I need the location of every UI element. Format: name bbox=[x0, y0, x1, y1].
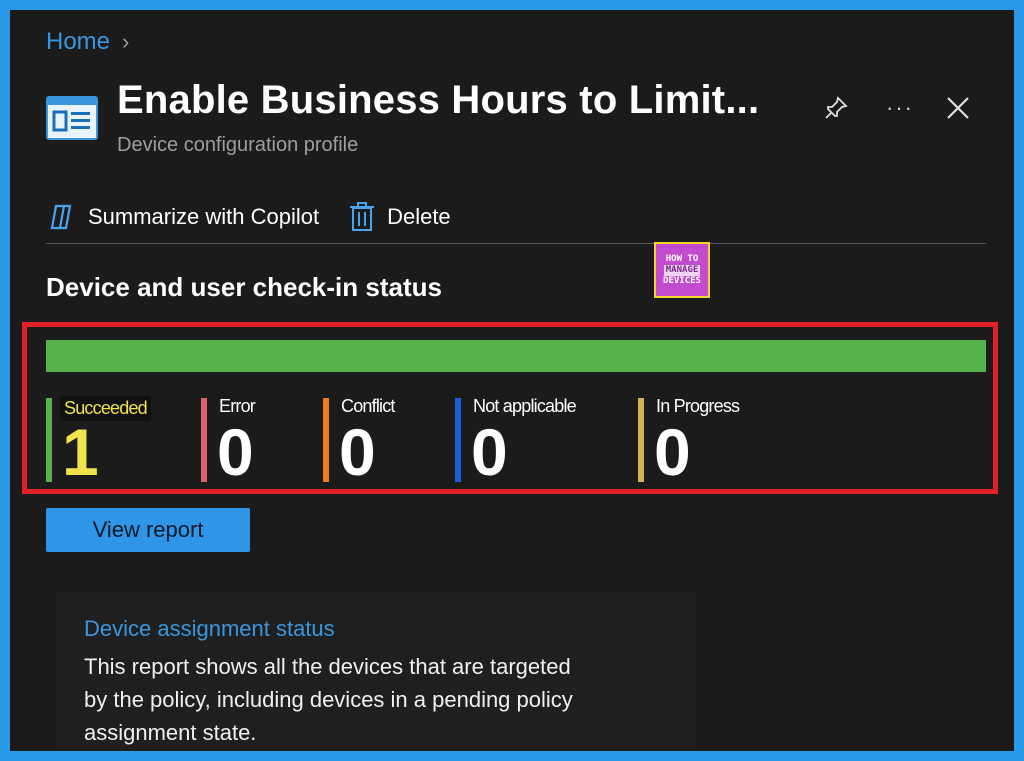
more-options-button[interactable]: ··· bbox=[882, 90, 918, 126]
summarize-with-copilot-button[interactable]: Summarize with Copilot bbox=[46, 202, 319, 232]
logo-line-3: DEVICES bbox=[663, 275, 701, 286]
stat-value: 0 bbox=[471, 415, 508, 489]
device-assignment-status-link[interactable]: Device assignment status bbox=[84, 616, 335, 642]
card-description: This report shows all the devices that a… bbox=[84, 654, 573, 745]
stat-value: 0 bbox=[217, 415, 254, 489]
delete-label: Delete bbox=[387, 203, 451, 229]
stat-color-edge bbox=[201, 398, 207, 482]
trash-icon bbox=[350, 201, 375, 231]
stat-label: Not applicable bbox=[473, 396, 577, 416]
page-title: Enable Business Hours to Limit... bbox=[117, 78, 760, 122]
status-progress-bar bbox=[46, 340, 986, 372]
stat-color-edge bbox=[323, 398, 329, 482]
stat-label: Conflict bbox=[341, 396, 395, 416]
blade-panel: Home › Enable Business Hours to Limit...… bbox=[10, 10, 1014, 751]
view-report-button[interactable]: View report bbox=[46, 508, 250, 552]
section-title: Device and user check-in status bbox=[46, 272, 442, 302]
stat-value: 0 bbox=[654, 415, 691, 489]
summarize-label: Summarize with Copilot bbox=[88, 203, 320, 229]
breadcrumb-home-link[interactable]: Home bbox=[46, 28, 110, 56]
device-assignment-card: Device assignment status This report sho… bbox=[56, 592, 696, 751]
close-button[interactable] bbox=[940, 90, 976, 126]
command-bar: Summarize with Copilot Delete bbox=[46, 190, 986, 244]
stat-color-edge bbox=[46, 398, 52, 482]
stat-label: Error bbox=[219, 396, 256, 416]
logo-line-1: HOW TO bbox=[665, 253, 699, 264]
stat-color-edge bbox=[455, 398, 461, 482]
close-icon bbox=[947, 97, 969, 119]
watermark-logo: HOW TO MANAGE DEVICES bbox=[654, 242, 710, 298]
stat-label: In Progress bbox=[656, 396, 740, 416]
delete-button[interactable]: Delete bbox=[349, 201, 451, 232]
stat-value: 1 bbox=[62, 415, 99, 489]
logo-line-2: MANAGE bbox=[663, 264, 701, 276]
stat-value: 0 bbox=[339, 415, 376, 489]
pin-icon bbox=[825, 96, 848, 119]
device-configuration-icon bbox=[46, 96, 98, 140]
page-subtitle: Device configuration profile bbox=[117, 134, 359, 156]
pin-button[interactable] bbox=[818, 90, 854, 126]
stat-color-edge bbox=[638, 398, 644, 482]
breadcrumb: Home › bbox=[46, 28, 129, 56]
copilot-icon bbox=[50, 204, 72, 229]
chevron-right-icon: › bbox=[122, 29, 130, 54]
